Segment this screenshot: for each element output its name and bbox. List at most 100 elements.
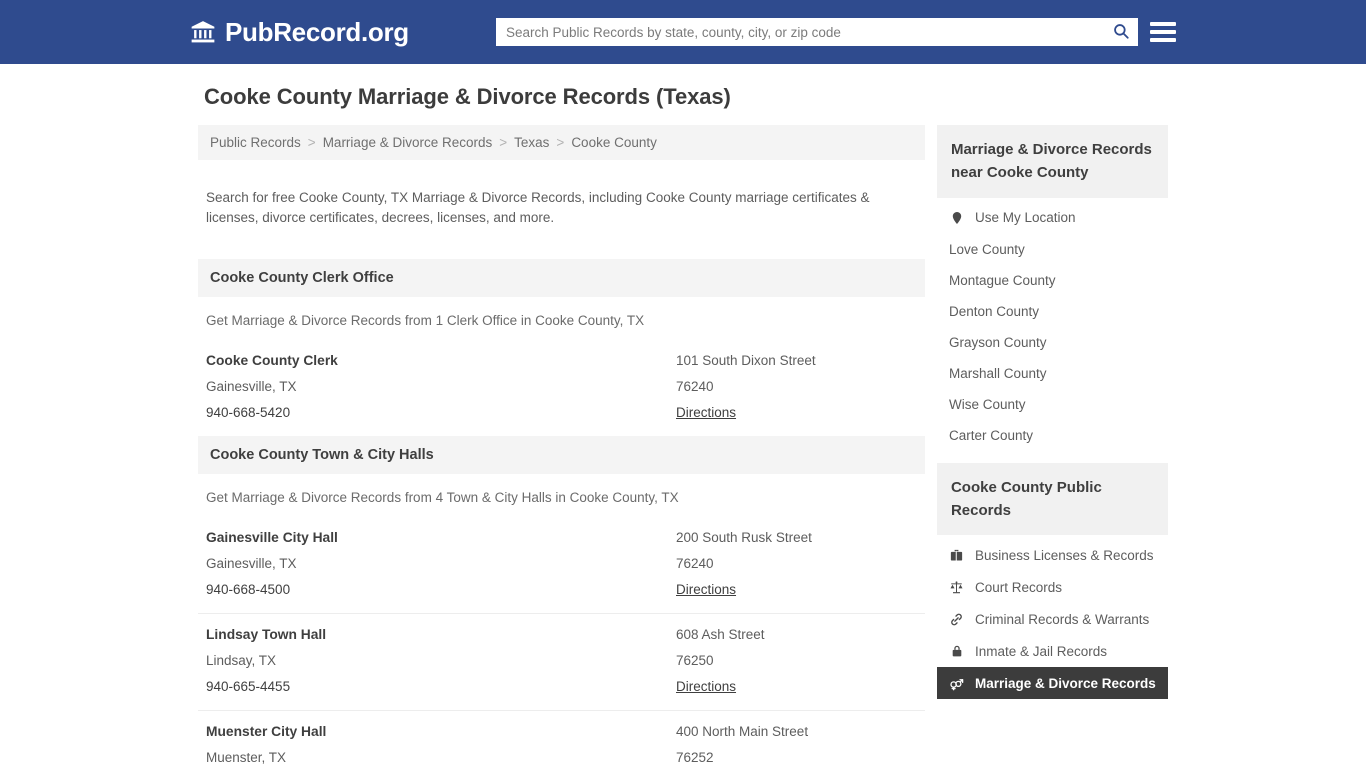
sidebar-item-use-my-location[interactable]: Use My Location: [937, 202, 1168, 234]
breadcrumb-item-texas[interactable]: Texas: [514, 135, 549, 150]
section-heading: Cooke County Clerk Office: [198, 258, 925, 297]
search-input[interactable]: [496, 19, 1104, 45]
lock-icon: [949, 643, 965, 659]
content-container: Cooke County Marriage & Divorce Records …: [198, 64, 1168, 768]
two-column-layout: Public Records > Marriage & Divorce Reco…: [198, 125, 1168, 768]
search-button[interactable]: [1104, 19, 1138, 45]
sidebar-nearby-heading: Marriage & Divorce Records near Cooke Co…: [936, 125, 1168, 198]
record-address: 608 Ash Street: [676, 626, 765, 642]
sidebar-item-label: Montague County: [948, 272, 1056, 288]
record-city-state: Gainesville, TX: [206, 378, 297, 394]
sidebar-item-label: Denton County: [948, 303, 1040, 319]
sidebar-item-court-records[interactable]: Court Records: [937, 571, 1168, 603]
sidebar-item-criminal-records[interactable]: Criminal Records & Warrants: [937, 603, 1168, 635]
hamburger-bar: [1150, 30, 1176, 34]
sidebar-item-label: Business Licenses & Records: [974, 547, 1154, 563]
sidebar-nearby-list: Use My Location Love County Montague Cou…: [937, 198, 1168, 451]
bank-icon: [190, 19, 216, 45]
section-subtitle: Get Marriage & Divorce Records from 1 Cl…: [206, 312, 645, 328]
sidebar-item-label: Use My Location: [974, 210, 1076, 225]
breadcrumb-separator: >: [556, 135, 565, 150]
record-name: Gainesville City Hall: [206, 529, 338, 545]
sidebar-item-marshall-county[interactable]: Marshall County: [937, 358, 1168, 389]
search-icon: [1112, 22, 1130, 43]
record-phone: 940-668-4500: [206, 581, 291, 597]
page-body: Cooke County Marriage & Divorce Records …: [0, 64, 1366, 768]
breadcrumb-item-marriage-divorce-records[interactable]: Marriage & Divorce Records: [323, 135, 493, 150]
sidebar: Marriage & Divorce Records near Cooke Co…: [936, 125, 1168, 768]
map-pin-icon: [949, 210, 965, 226]
record-name: Lindsay Town Hall: [206, 626, 327, 642]
page-intro-text: Search for free Cooke County, TX Marriag…: [206, 189, 870, 226]
sidebar-item-denton-county[interactable]: Denton County: [937, 296, 1168, 327]
section-heading: Cooke County Town & City Halls: [198, 435, 925, 474]
page-title: Cooke County Marriage & Divorce Records …: [204, 84, 731, 109]
breadcrumb-item-public-records[interactable]: Public Records: [210, 135, 301, 150]
hamburger-menu-icon[interactable]: [1150, 19, 1176, 45]
site-header: PubRecord.org: [0, 0, 1366, 64]
record-address: 200 South Rusk Street: [676, 529, 812, 545]
record-right-column: 101 South Dixon Street 76240 Directions: [676, 348, 917, 426]
table-row: Lindsay Town Hall Lindsay, TX 940-665-44…: [198, 614, 925, 711]
section-clerk-office: Cooke County Clerk Office Get Marriage &…: [198, 258, 925, 436]
record-phone: 940-668-5420: [206, 404, 291, 420]
sidebar-item-wise-county[interactable]: Wise County: [937, 389, 1168, 420]
record-name: Cooke County Clerk: [206, 352, 338, 368]
breadcrumb-item-cooke-county: Cooke County: [571, 135, 657, 150]
sidebar-item-carter-county[interactable]: Carter County: [937, 420, 1168, 451]
record-zip: 76252: [676, 749, 714, 765]
sidebar-item-montague-county[interactable]: Montague County: [937, 265, 1168, 296]
gender-symbols-icon: [949, 675, 965, 691]
record-left-column: Cooke County Clerk Gainesville, TX 940-6…: [206, 348, 676, 426]
table-row: Gainesville City Hall Gainesville, TX 94…: [198, 517, 925, 614]
record-right-column: 200 South Rusk Street 76240 Directions: [676, 525, 917, 603]
sidebar-public-records-heading: Cooke County Public Records: [936, 462, 1168, 535]
table-row: Muenster City Hall Muenster, TX 940-759-…: [198, 711, 925, 768]
link-icon: [949, 611, 965, 627]
breadcrumb: Public Records > Marriage & Divorce Reco…: [198, 125, 925, 160]
breadcrumb-separator: >: [307, 135, 316, 150]
sidebar-item-label: Criminal Records & Warrants: [974, 611, 1150, 627]
sidebar-item-label: Court Records: [974, 579, 1063, 595]
record-city-state: Gainesville, TX: [206, 555, 297, 571]
record-city-state: Muenster, TX: [206, 749, 287, 765]
main-column: Public Records > Marriage & Divorce Reco…: [198, 125, 925, 768]
sidebar-item-business-licenses[interactable]: Business Licenses & Records: [937, 539, 1168, 571]
record-zip: 76240: [676, 555, 714, 571]
sidebar-item-label: Love County: [948, 241, 1025, 257]
sidebar-item-grayson-county[interactable]: Grayson County: [937, 327, 1168, 358]
directions-link[interactable]: Directions: [676, 400, 736, 426]
record-right-column: 400 North Main Street 76252 Directions: [676, 719, 917, 768]
record-right-column: 608 Ash Street 76250 Directions: [676, 622, 917, 700]
table-row: Cooke County Clerk Gainesville, TX 940-6…: [198, 340, 925, 436]
record-left-column: Lindsay Town Hall Lindsay, TX 940-665-44…: [206, 622, 676, 700]
record-address: 400 North Main Street: [676, 723, 809, 739]
hamburger-bar: [1150, 38, 1176, 42]
sidebar-item-love-county[interactable]: Love County: [937, 234, 1168, 265]
section-town-city-halls: Cooke County Town & City Halls Get Marri…: [198, 435, 925, 768]
search-bar[interactable]: [496, 18, 1138, 46]
briefcase-icon: [949, 547, 965, 563]
sidebar-item-label: Carter County: [948, 427, 1034, 443]
breadcrumb-separator: >: [499, 135, 508, 150]
directions-link[interactable]: Directions: [676, 577, 736, 603]
record-zip: 76240: [676, 378, 714, 394]
sidebar-item-label: Marriage & Divorce Records: [974, 675, 1156, 691]
sidebar-public-records-list: Business Licenses & Records Court Record…: [936, 535, 1168, 699]
record-phone: 940-665-4455: [206, 678, 291, 694]
record-left-column: Muenster City Hall Muenster, TX 940-759-…: [206, 719, 676, 768]
record-city-state: Lindsay, TX: [206, 652, 277, 668]
sidebar-item-label: Wise County: [948, 396, 1026, 412]
sidebar-item-label: Marshall County: [948, 365, 1047, 381]
directions-link[interactable]: Directions: [676, 674, 736, 700]
sidebar-item-inmate-jail-records[interactable]: Inmate & Jail Records: [937, 635, 1168, 667]
sidebar-item-label: Inmate & Jail Records: [974, 643, 1108, 659]
record-left-column: Gainesville City Hall Gainesville, TX 94…: [206, 525, 676, 603]
record-address: 101 South Dixon Street: [676, 352, 816, 368]
brand-logo-link[interactable]: PubRecord.org: [190, 19, 409, 45]
scales-icon: [949, 579, 965, 595]
sidebar-item-marriage-divorce-records[interactable]: Marriage & Divorce Records: [936, 667, 1168, 699]
sidebar-item-label: Grayson County: [948, 334, 1047, 350]
hamburger-bar: [1150, 22, 1176, 26]
